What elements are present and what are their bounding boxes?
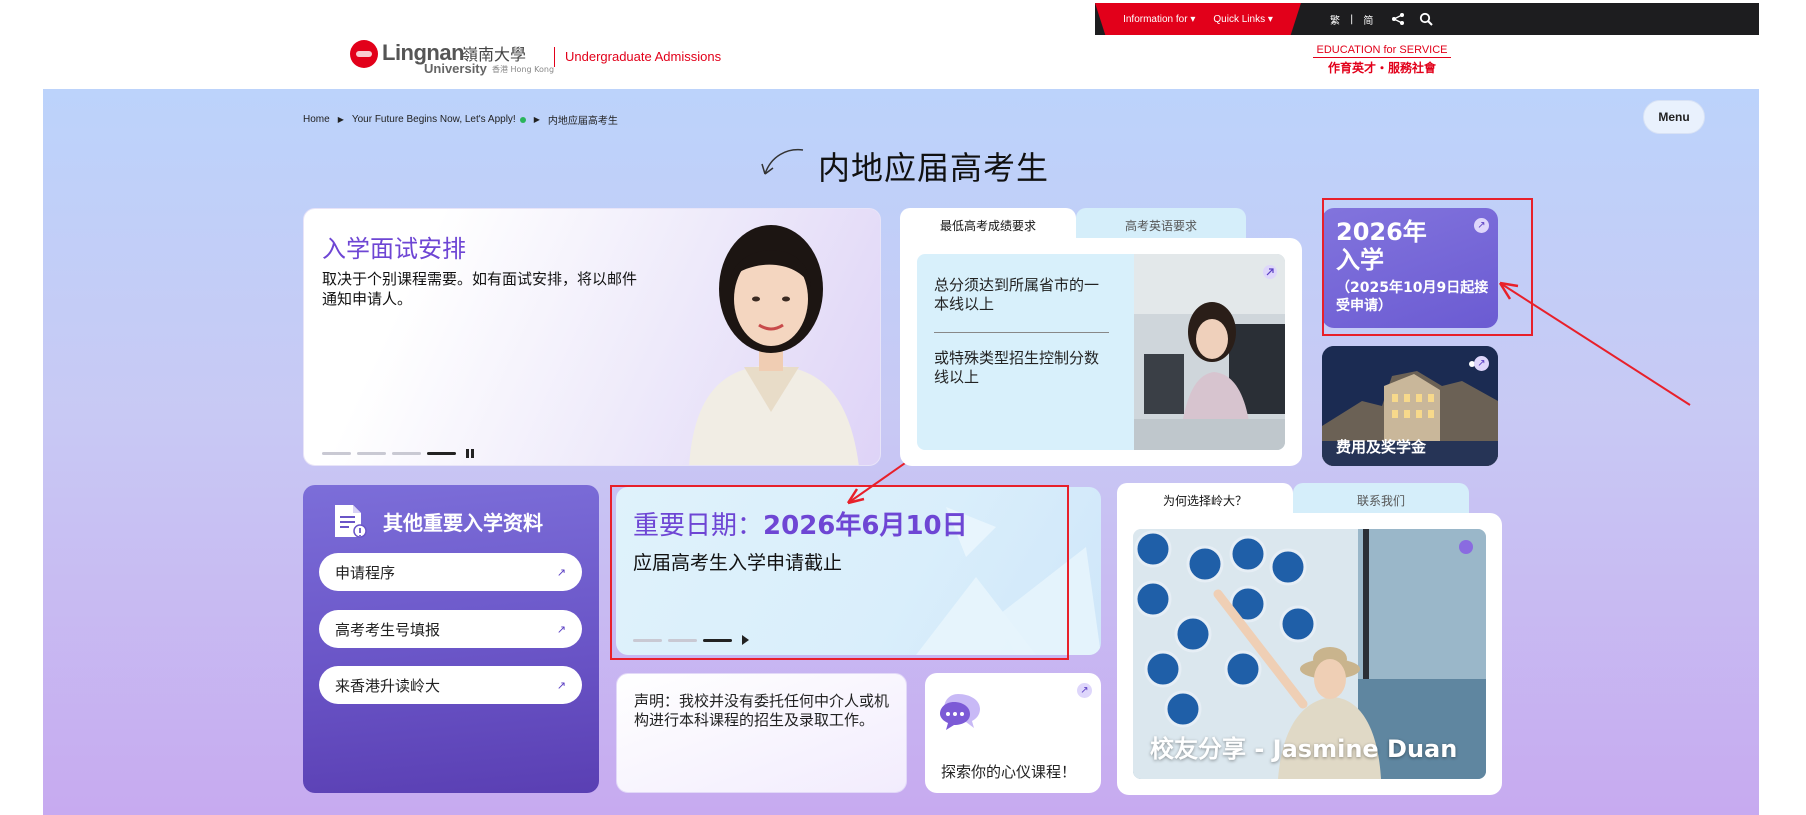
share-icon[interactable] (1391, 12, 1405, 26)
lang-separator: | (1350, 13, 1354, 25)
carousel-dot[interactable] (322, 452, 351, 455)
breadcrumb-arrow-icon: ▶ (337, 115, 344, 124)
information-for-dropdown[interactable]: Information for ▾ (1123, 14, 1195, 25)
lang-traditional-link[interactable]: 繁 (1330, 12, 1340, 27)
page-title: 内地应届高考生 (818, 149, 1050, 187)
quick-links-label: Quick Links (1213, 13, 1266, 25)
scores-panel: 总分须达到所属省市的一本线以上 或特殊类型招生控制分数线以上 (900, 238, 1302, 466)
breadcrumb-dropdown-icon[interactable] (519, 116, 526, 123)
disclaimer-text: 声明：我校并没有委托任何中介人或机构进行本科课程的招生及录取工作。 (634, 692, 890, 729)
information-for-label: Information for (1123, 13, 1188, 25)
top-tools: 繁 | 简 (1330, 3, 1434, 35)
motto: EDUCATION for SERVICE 作育英才・服務社會 (1313, 44, 1451, 76)
info-title: 其他重要入学资料 (383, 510, 543, 535)
scores-inner-card[interactable]: 总分须达到所属省市的一本线以上 或特殊类型招生控制分数线以上 (917, 254, 1285, 450)
curved-arrow-icon (761, 148, 804, 175)
menu-button[interactable]: Menu (1643, 100, 1705, 134)
scores-card: 高考英语要求 最低高考成绩要求 总分须达到所属省市的一本线以上 或特殊类型招生控… (900, 208, 1302, 466)
quick-links-dropdown[interactable]: Quick Links ▾ (1213, 14, 1273, 25)
header-subtitle[interactable]: Undergraduate Admissions (565, 49, 721, 64)
alumni-title: 校友分享 - Jasmine Duan (1150, 735, 1458, 763)
scores-text-2: 或特殊类型招生控制分数线以上 (934, 349, 1100, 386)
breadcrumb-home[interactable]: Home (303, 114, 330, 125)
tab-why-lingnan[interactable]: 为何选择岭大？ (1117, 483, 1293, 517)
explore-courses-text: 探索你的心仪课程！ (941, 763, 1077, 781)
link-label: 来香港升读岭大 (335, 676, 441, 695)
search-icon[interactable] (1419, 12, 1434, 26)
lang-simplified-link[interactable]: 简 (1363, 12, 1373, 27)
interview-carousel-dots (322, 449, 474, 458)
pause-icon[interactable] (466, 449, 474, 458)
info-header: 其他重要入学资料 (333, 503, 543, 539)
carousel-dot[interactable] (357, 452, 386, 455)
header-divider (554, 47, 555, 67)
chat-icon (940, 694, 980, 730)
link-label: 申请程序 (335, 563, 396, 582)
classroom-photo (1134, 254, 1285, 450)
motto-english: EDUCATION for SERVICE (1313, 44, 1451, 58)
external-link-icon: ↗ (556, 678, 566, 692)
explore-courses-card[interactable]: ↗ 探索你的心仪课程！ (925, 673, 1101, 793)
page: Information for ▾ Quick Links ▾ 繁 | 简 Li… (0, 0, 1806, 815)
external-link-icon: ↗ (1077, 683, 1092, 698)
why-panel: 校友分享 - Jasmine Duan (1117, 513, 1502, 795)
disclaimer-card: 声明：我校并没有委托任何中介人或机构进行本科课程的招生及录取工作。 (616, 673, 907, 793)
logo-university: University (424, 61, 487, 76)
link-label: 高考考生号填报 (335, 620, 441, 639)
logo-location: 香港 Hong Kong (492, 65, 555, 74)
scores-text-1: 总分须达到所属省市的一本线以上 (934, 276, 1100, 313)
tab-english-requirement[interactable]: 高考英语要求 (1076, 208, 1246, 242)
external-link-icon: ↗ (1474, 356, 1489, 371)
external-link-icon: ↗ (556, 565, 566, 579)
why-lingnan-card: 联系我们 为何选择岭大？ 校友分享 - Jasmine Duan (1117, 483, 1502, 795)
annotation-box-admission (1322, 198, 1533, 336)
logo-emblem (350, 40, 378, 68)
fees-card[interactable]: 费用及奖学金 ↗ (1322, 346, 1498, 466)
fees-title: 费用及奖学金 (1336, 438, 1427, 456)
alumni-story-card[interactable]: 校友分享 - Jasmine Duan (1133, 529, 1486, 779)
external-link-icon: ↗ (556, 622, 566, 636)
carousel-dot[interactable] (392, 452, 421, 455)
interview-card[interactable]: 入学面试安排 取决于个别课程需要。如有面试安排，将以邮件通知申请人。 (303, 208, 881, 466)
breadcrumb-current: 内地应届高考生 (547, 116, 618, 127)
tab-contact-us[interactable]: 联系我们 (1293, 483, 1469, 517)
link-application-procedure[interactable]: 申请程序 ↗ (319, 553, 582, 591)
document-icon (335, 505, 367, 538)
breadcrumb-level2[interactable]: Your Future Begins Now, Let's Apply! (352, 114, 516, 125)
important-info-card: 其他重要入学资料 申请程序 ↗ 高考考生号填报 ↗ 来香港升读岭大 ↗ (303, 485, 599, 793)
link-exam-number[interactable]: 高考考生号填报 ↗ (319, 610, 582, 648)
tab-min-scores[interactable]: 最低高考成绩要求 (900, 208, 1076, 242)
scores-divider (934, 332, 1109, 333)
interview-text: 取决于个别课程需要。如有面试安排，将以邮件通知申请人。 (322, 270, 638, 308)
link-study-in-hk[interactable]: 来香港升读岭大 ↗ (319, 666, 582, 704)
breadcrumb: Home ▶ Your Future Begins Now, Let's App… (303, 112, 618, 127)
lingnan-logo[interactable]: Lingnan 嶺南大學 University 香港 Hong Kong (350, 38, 554, 78)
carousel-dot-active[interactable] (427, 452, 456, 455)
breadcrumb-arrow-icon: ▶ (533, 115, 540, 124)
motto-chinese: 作育英才・服務社會 (1327, 61, 1436, 75)
student-photo (689, 225, 859, 465)
top-red-nav: Information for ▾ Quick Links ▾ (1095, 3, 1301, 35)
annotation-box-date (610, 485, 1069, 660)
interview-title: 入学面试安排 (322, 235, 466, 263)
